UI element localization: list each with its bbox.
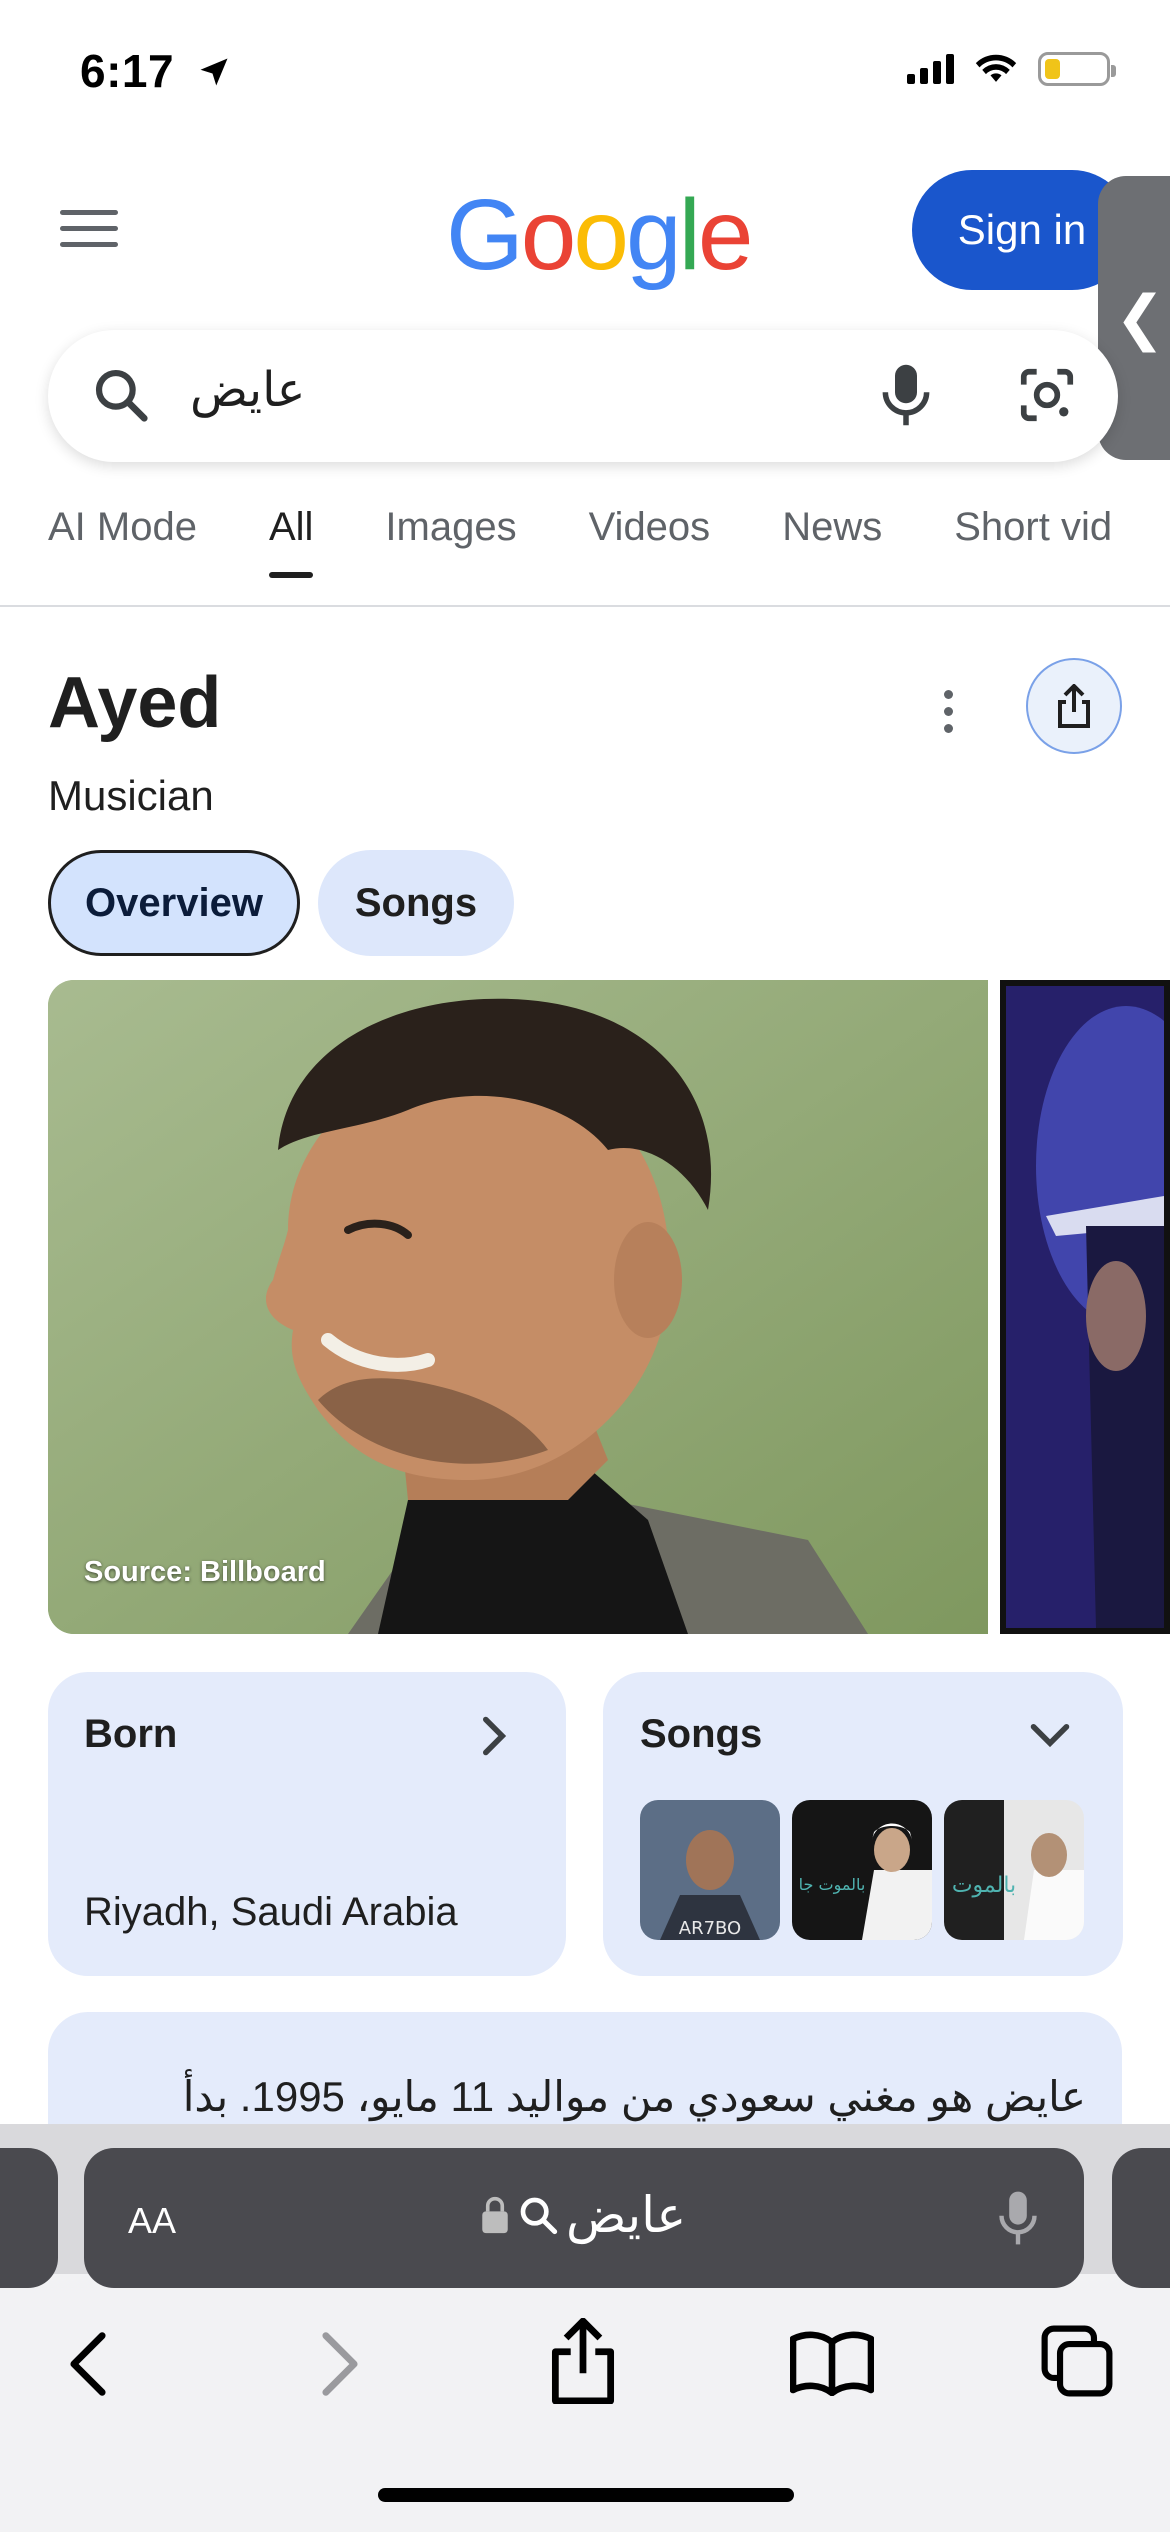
previous-tab-peek[interactable] — [0, 2148, 58, 2288]
song-thumb-label: AR7BO — [679, 1918, 741, 1939]
wifi-icon — [975, 54, 1017, 82]
google-logo-letter: g — [626, 179, 682, 291]
entity-subtitle: Musician — [48, 772, 214, 819]
address-text: عايض — [480, 2186, 686, 2244]
search-input[interactable]: عايض — [190, 362, 305, 418]
song-thumbnail[interactable]: بالموت جا — [792, 1800, 932, 1940]
tab-videos[interactable]: Videos — [589, 505, 711, 550]
chip-overview[interactable]: Overview — [48, 850, 300, 956]
song-thumb-label: بالموت جا — [799, 1875, 866, 1895]
album-cover-image: AR7BO — [640, 1800, 780, 1940]
tab-short-videos[interactable]: Short vid — [954, 505, 1112, 550]
tabs-icon[interactable] — [1040, 2324, 1114, 2398]
search-tabs: AI Mode All Images Videos News Short vid — [48, 505, 1112, 578]
born-card-value: Riyadh, Saudi Arabia — [84, 1890, 458, 1934]
battery-icon — [1038, 52, 1116, 86]
menu-icon[interactable] — [60, 210, 118, 247]
more-options-icon[interactable] — [944, 690, 953, 733]
concert-image — [1006, 986, 1170, 1628]
google-lens-icon[interactable] — [1016, 364, 1078, 426]
tab-ai-mode[interactable]: AI Mode — [48, 505, 197, 550]
tabs-divider — [0, 605, 1170, 607]
artist-photo[interactable] — [48, 980, 988, 1634]
photo-source-caption: Source: Billboard — [84, 1556, 326, 1588]
status-indicators — [907, 52, 1116, 86]
google-logo-letter: l — [678, 179, 701, 291]
share-icon — [1058, 684, 1090, 728]
song-thumbnail[interactable]: بالموت — [944, 1800, 1084, 1940]
album-cover-image: بالموت — [944, 1800, 1084, 1940]
lock-icon — [482, 2196, 508, 2234]
aa-label: AA — [128, 2200, 177, 2241]
next-tab-peek[interactable] — [1112, 2148, 1170, 2288]
microphone-icon[interactable] — [996, 2188, 1040, 2248]
page-settings-button[interactable]: AA — [128, 2190, 176, 2245]
chevron-right-icon — [483, 1716, 507, 1756]
song-thumb-label: بالموت — [952, 1873, 1016, 1898]
share-icon[interactable] — [548, 2318, 618, 2404]
songs-card-title: Songs — [640, 1712, 763, 1756]
tab-images[interactable]: Images — [385, 505, 516, 550]
tab-all[interactable]: All — [268, 505, 314, 578]
chip-songs[interactable]: Songs — [318, 850, 514, 956]
google-logo[interactable]: Google — [446, 178, 754, 293]
born-card-title: Born — [84, 1712, 178, 1756]
google-logo-text: Google — [446, 179, 754, 291]
google-logo-letter: o — [573, 179, 629, 291]
tab-news[interactable]: News — [782, 505, 882, 550]
search-icon — [520, 2197, 558, 2235]
home-indicator[interactable] — [378, 2488, 794, 2502]
search-icon — [95, 369, 148, 422]
address-query: عايض — [566, 2187, 687, 2243]
status-time: 6:17 — [80, 45, 175, 97]
google-logo-letter: e — [697, 179, 754, 291]
chevron-down-icon[interactable] — [1028, 1720, 1072, 1750]
description-text: عايض هو مغني سعودي من مواليد 11 مايو، 19… — [182, 2073, 1086, 2120]
artist-portrait-image — [48, 980, 988, 1634]
song-thumbnail[interactable]: AR7BO — [640, 1800, 780, 1940]
back-arrow-icon[interactable] — [64, 2330, 112, 2398]
artist-photo-secondary[interactable] — [1000, 980, 1170, 1634]
forward-arrow-icon[interactable] — [316, 2330, 364, 2398]
entity-title: Ayed — [48, 663, 222, 743]
share-button[interactable] — [1026, 658, 1122, 754]
bookmarks-icon[interactable] — [790, 2330, 874, 2396]
location-arrow-icon — [200, 58, 228, 86]
album-cover-image: بالموت جا — [792, 1800, 932, 1940]
microphone-icon[interactable] — [878, 362, 934, 428]
cellular-signal-icon — [907, 54, 954, 84]
chevron-left-icon: ❮ — [1114, 284, 1166, 351]
google-logo-letter: G — [446, 179, 524, 291]
google-logo-letter: o — [520, 179, 577, 291]
